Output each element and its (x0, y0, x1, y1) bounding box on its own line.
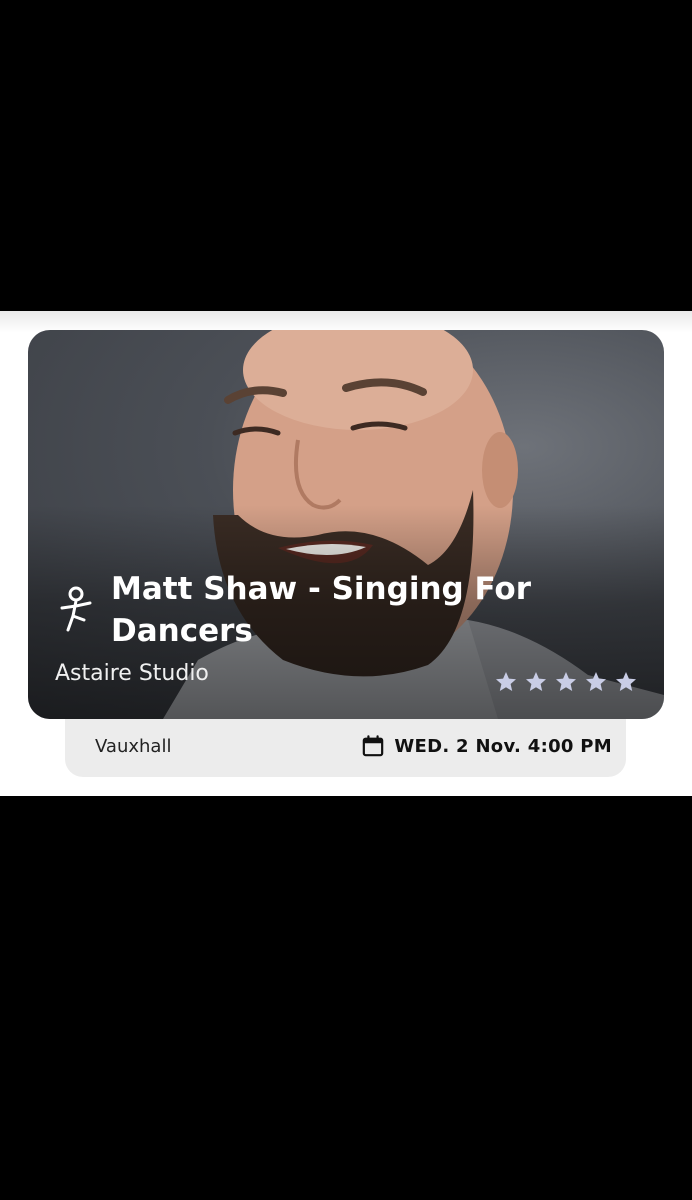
event-info-bar: Vauxhall WED. 2 Nov. 4:00 PM (65, 719, 626, 777)
star-icon (556, 672, 576, 691)
studio-name: Astaire Studio (55, 661, 209, 686)
star-icon (616, 672, 636, 691)
event-date: WED. 2 Nov. 4:00 PM (362, 735, 612, 757)
event-card-area: Matt Shaw - Singing For Dancers Astaire … (0, 311, 692, 796)
event-card[interactable]: Matt Shaw - Singing For Dancers Astaire … (28, 330, 664, 719)
event-location: Vauxhall (95, 736, 172, 757)
calendar-icon (363, 735, 384, 757)
event-datetime: WED. 2 Nov. 4:00 PM (394, 735, 612, 757)
star-icon (496, 672, 516, 691)
star-icon (586, 672, 606, 691)
dancer-icon (60, 586, 92, 632)
star-icon (526, 672, 546, 691)
rating-stars (493, 670, 639, 694)
event-title[interactable]: Matt Shaw - Singing For Dancers (111, 568, 591, 652)
